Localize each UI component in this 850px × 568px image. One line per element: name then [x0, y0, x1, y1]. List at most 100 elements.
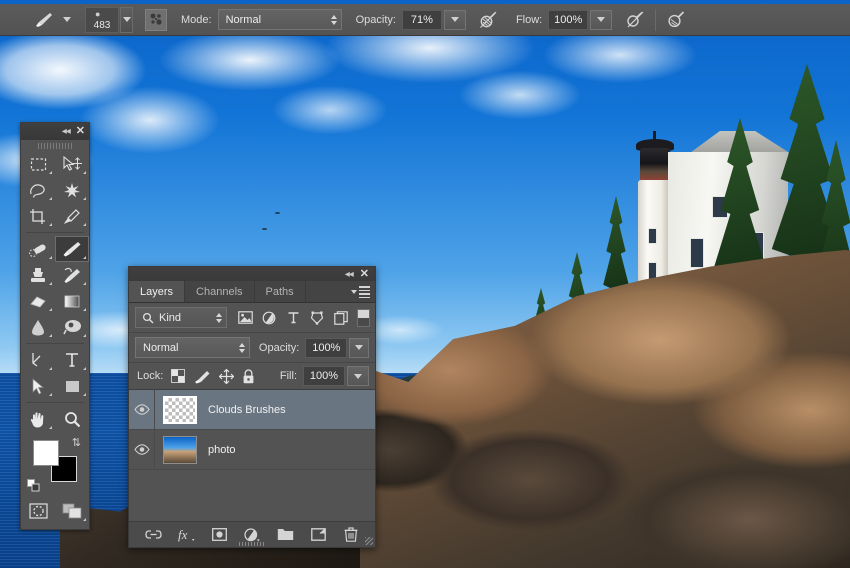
layer-visibility-toggle[interactable] [129, 390, 155, 429]
filter-kind-select[interactable]: Kind [135, 307, 227, 328]
tools-panel-titlebar[interactable]: ◂◂ ✕ [21, 123, 89, 140]
collapse-arrows-icon[interactable]: ◂◂ [62, 126, 71, 137]
layer-blend-mode-select[interactable]: Normal [135, 337, 250, 358]
new-group-icon[interactable] [277, 526, 294, 543]
close-icon[interactable]: ✕ [76, 126, 85, 137]
sidebar-item-gradient-tool[interactable] [55, 288, 89, 314]
sidebar-item-rectangle-tool[interactable] [55, 373, 89, 399]
sidebar-item-quick-mask-tool[interactable] [21, 498, 55, 524]
tab-paths[interactable]: Paths [255, 281, 306, 302]
layer-name[interactable]: Clouds Brushes [208, 404, 286, 416]
pressure-opacity-icon[interactable] [476, 8, 502, 32]
sidebar-item-blur-tool[interactable] [21, 314, 55, 340]
filter-type-layers-icon[interactable] [283, 308, 303, 328]
collapse-arrows-icon[interactable]: ◂◂ [345, 269, 354, 280]
layer-fill-input[interactable]: 100% [303, 366, 345, 386]
panel-menu-icon[interactable] [351, 286, 370, 298]
pressure-size-icon[interactable] [663, 8, 689, 32]
mode-buttons[interactable] [21, 498, 89, 524]
brush-icon[interactable] [32, 9, 56, 31]
layers-panel-titlebar[interactable]: ◂◂ ✕ [129, 267, 375, 281]
layer-list[interactable]: Clouds Brushes photo [129, 390, 375, 521]
sidebar-item-brush-tool[interactable] [55, 236, 89, 262]
filter-adjustment-layers-icon[interactable] [259, 308, 279, 328]
house-window [690, 238, 704, 268]
lock-transparent-pixels-icon[interactable] [170, 368, 186, 384]
filter-shape-layers-icon[interactable] [307, 308, 327, 328]
sidebar-item-clone-stamp-tool[interactable] [21, 262, 55, 288]
filter-pixel-layers-icon[interactable] [235, 308, 255, 328]
tab-channels[interactable]: Channels [185, 281, 255, 302]
add-layer-style-icon[interactable]: fx [178, 526, 195, 543]
tower-window [648, 228, 657, 244]
sidebar-item-dodge-tool[interactable] [55, 314, 89, 340]
lock-row[interactable]: Lock: Fill: 100% [129, 363, 375, 390]
filter-smart-object-icon[interactable] [331, 308, 351, 328]
layer-opacity-input[interactable]: 100% [305, 337, 348, 358]
drag-grip-icon[interactable] [21, 140, 89, 151]
layer-thumbnail[interactable] [163, 435, 197, 464]
sidebar-item-type-tool[interactable] [55, 347, 89, 373]
airbrush-icon[interactable] [622, 8, 648, 32]
sidebar-item-lasso-tool[interactable] [21, 177, 55, 203]
close-icon[interactable]: ✕ [360, 268, 369, 280]
layer-filter-row[interactable]: Kind [129, 303, 375, 333]
add-layer-mask-icon[interactable] [211, 526, 228, 543]
lock-position-icon[interactable] [218, 368, 234, 384]
sidebar-item-move-tool[interactable] [55, 151, 89, 177]
new-layer-icon[interactable] [310, 526, 327, 543]
brush-size-dropdown[interactable] [120, 6, 133, 33]
opacity-slider-dropdown[interactable] [443, 9, 466, 30]
sidebar-item-history-brush-tool[interactable] [55, 262, 89, 288]
layer-opacity-dropdown[interactable] [349, 337, 369, 358]
list-item[interactable]: Clouds Brushes [129, 390, 375, 430]
panel-bottom-grip[interactable] [239, 542, 265, 546]
flow-slider-dropdown[interactable] [590, 9, 613, 30]
layer-visibility-toggle[interactable] [129, 430, 155, 469]
sidebar-item-eraser-tool[interactable] [21, 288, 55, 314]
tools-grid-group-3[interactable] [21, 347, 89, 399]
brush-size-field[interactable]: ● 483 [85, 6, 119, 33]
color-swatches[interactable]: ⇅ [21, 436, 89, 498]
chevron-down-icon[interactable] [63, 17, 71, 22]
resize-handle-icon[interactable] [365, 537, 373, 545]
flow-input[interactable]: 100% [548, 9, 589, 30]
tab-layers[interactable]: Layers [129, 281, 186, 302]
opacity-input[interactable]: 71% [401, 9, 442, 30]
swap-colors-icon[interactable]: ⇅ [72, 436, 81, 449]
sidebar-item-rectangular-marquee-tool[interactable] [21, 151, 55, 177]
tools-grid-group-2[interactable] [21, 236, 89, 340]
layer-thumbnail[interactable] [163, 395, 197, 424]
sidebar-item-pen-tool[interactable] [21, 347, 55, 373]
foreground-color-swatch[interactable] [33, 440, 59, 466]
blend-mode-select[interactable]: Normal [217, 9, 342, 30]
list-item[interactable]: photo [129, 430, 375, 470]
lock-all-icon[interactable] [241, 368, 255, 384]
delete-layer-icon[interactable] [343, 526, 360, 543]
filter-type-icons[interactable] [235, 308, 370, 328]
sidebar-item-spot-healing-brush-tool[interactable] [21, 236, 55, 262]
tools-panel[interactable]: ◂◂ ✕ ⇅ [20, 122, 90, 530]
layers-panel[interactable]: ◂◂ ✕ Layers Channels Paths Kind Normal O… [128, 266, 376, 548]
tools-grid-group-1[interactable] [21, 151, 89, 229]
sidebar-item-crop-tool[interactable] [21, 203, 55, 229]
layer-name[interactable]: photo [208, 444, 236, 456]
blend-mode-row[interactable]: Normal Opacity: 100% [129, 333, 375, 363]
sidebar-item-path-selection-tool[interactable] [21, 373, 55, 399]
filter-enable-toggle-icon[interactable] [357, 308, 370, 327]
sidebar-item-hand-tool[interactable] [21, 406, 55, 432]
default-colors-icon[interactable] [27, 479, 40, 492]
panel-tab-bar[interactable]: Layers Channels Paths [129, 281, 375, 303]
lock-image-pixels-icon[interactable] [193, 368, 211, 384]
new-fill-adjustment-layer-icon[interactable] [244, 526, 261, 543]
layer-fill-dropdown[interactable] [347, 366, 369, 386]
sidebar-item-screen-mode-tool[interactable] [55, 498, 89, 524]
sidebar-item-eyedropper-tool[interactable] [55, 203, 89, 229]
tools-grid-group-4[interactable] [21, 406, 89, 432]
lock-buttons[interactable] [170, 368, 255, 384]
sidebar-item-zoom-tool[interactable] [55, 406, 89, 432]
sidebar-item-magic-wand-tool[interactable] [55, 177, 89, 203]
tool-options-bar[interactable]: ● 483 Mode: Normal Opacity: 71% Flow: 10… [0, 4, 850, 36]
link-layers-icon[interactable] [144, 526, 162, 543]
brush-panel-toggle[interactable] [145, 8, 167, 31]
